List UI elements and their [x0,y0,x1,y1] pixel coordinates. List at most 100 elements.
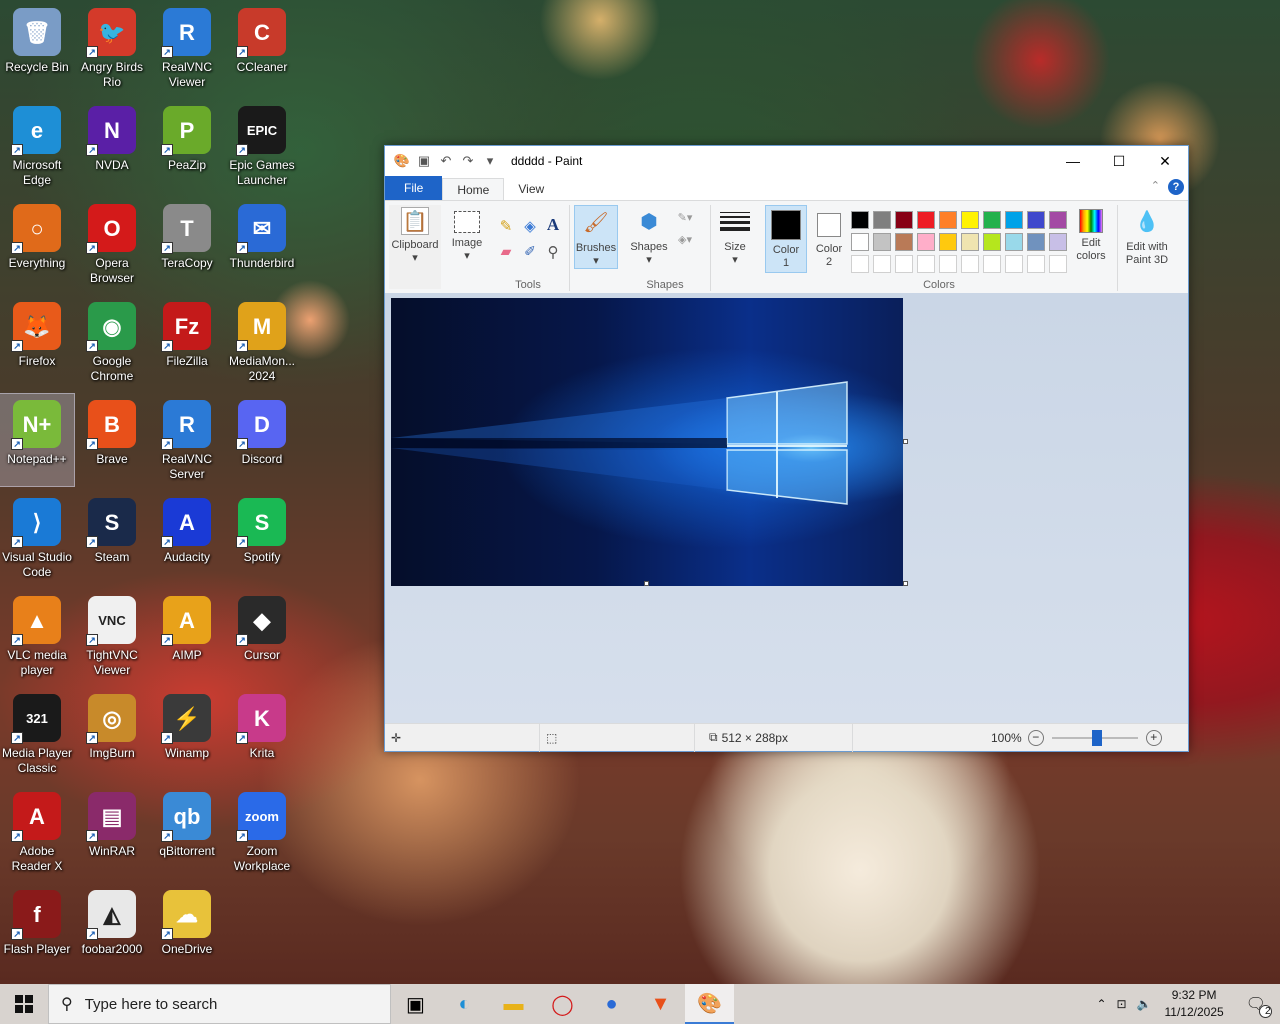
desktop-icon[interactable]: P ↗ PeaZip [150,100,224,192]
tab-home[interactable]: Home [442,178,505,200]
network-icon[interactable]: ⊡ [1112,997,1132,1011]
desktop-icon[interactable]: ▤ ↗ WinRAR [75,786,149,878]
palette-swatch[interactable] [1049,211,1067,229]
paint-window[interactable]: 🎨 ▣ ↶ ↷ ▾ ddddd - Paint — ☐ ✕ File Home … [384,145,1189,752]
fill-button[interactable]: ◈▾ [673,233,697,246]
palette-swatch[interactable] [1005,233,1023,251]
size-button[interactable]: Size ▾ [715,205,755,269]
resize-handle-right[interactable] [903,439,908,444]
desktop-icon[interactable]: N ↗ NVDA [75,100,149,192]
palette-swatch[interactable] [917,255,935,273]
notification-icon[interactable]: 🗨 2 [1232,994,1280,1018]
start-button[interactable] [0,984,48,1024]
paint-taskbar-icon[interactable]: 🎨 [685,984,734,1024]
desktop-icon[interactable]: O ↗ Opera Browser [75,198,149,290]
file-explorer-icon[interactable]: ▬ [489,984,538,1024]
pencil-tool[interactable]: ✎ [495,217,517,235]
title-bar[interactable]: 🎨 ▣ ↶ ↷ ▾ ddddd - Paint — ☐ ✕ [385,146,1188,176]
palette-swatch[interactable] [961,233,979,251]
palette-swatch[interactable] [873,255,891,273]
palette-swatch[interactable] [1027,211,1045,229]
palette-swatch[interactable] [961,255,979,273]
palette-swatch[interactable] [873,211,891,229]
clock[interactable]: 9:32 PM 11/12/2025 [1157,987,1232,1021]
brave-taskbar-icon[interactable]: ▼ [636,984,685,1024]
desktop-icon[interactable]: f ↗ Flash Player [0,884,74,976]
desktop-icon[interactable]: EPIC ↗ Epic Games Launcher [225,100,299,192]
maximize-button[interactable]: ☐ [1096,146,1142,176]
palette-swatch[interactable] [939,211,957,229]
desktop-icon[interactable]: zoom ↗ Zoom Workplace [225,786,299,878]
desktop-icon[interactable]: ⟩ ↗ Visual Studio Code [0,492,74,584]
palette-swatch[interactable] [939,255,957,273]
palette-swatch[interactable] [1005,211,1023,229]
brushes-button[interactable]: 🖌 Brushes ▾ [574,205,618,269]
palette-swatch[interactable] [895,255,913,273]
volume-icon[interactable]: 🔈 [1132,997,1157,1011]
palette-swatch[interactable] [1005,255,1023,273]
tab-file[interactable]: File [385,176,443,200]
collapse-ribbon-icon[interactable]: ⌃ [1151,179,1160,192]
task-view-icon[interactable]: ▣ [391,984,440,1024]
desktop-icon[interactable]: ☁ ↗ OneDrive [150,884,224,976]
magnifier-tool[interactable]: ⚲ [542,243,564,261]
palette-swatch[interactable] [917,211,935,229]
desktop-icon[interactable]: B ↗ Brave [75,394,149,486]
minimize-button[interactable]: — [1050,146,1096,176]
desktop-icon[interactable]: 🦊 ↗ Firefox [0,296,74,388]
desktop-icon[interactable]: Fz ↗ FileZilla [150,296,224,388]
desktop-icon[interactable]: ◉ ↗ Google Chrome [75,296,149,388]
palette-swatch[interactable] [1049,255,1067,273]
edit-with-paint3d-button[interactable]: 💧 Edit with Paint 3D [1121,205,1173,273]
color1-button[interactable]: Color 1 [765,205,807,273]
desktop-icon[interactable]: A ↗ Audacity [150,492,224,584]
outline-button[interactable]: ✎▾ [673,211,697,224]
palette-swatch[interactable] [895,211,913,229]
image-button[interactable]: Image ▾ [445,205,489,275]
tab-view[interactable]: View [504,178,558,200]
desktop-icon[interactable]: ○ ↗ Everything [0,198,74,290]
color-picker-tool[interactable]: ✐ [519,243,541,260]
desktop-icon[interactable]: R ↗ RealVNC Server [150,394,224,486]
palette-swatch[interactable] [851,233,869,251]
thunderbird-taskbar-icon[interactable]: ● [587,984,636,1024]
desktop-icon[interactable]: S ↗ Steam [75,492,149,584]
desktop-icon[interactable]: qb ↗ qBittorrent [150,786,224,878]
desktop-icon[interactable]: ⚡ ↗ Winamp [150,688,224,780]
palette-swatch[interactable] [851,211,869,229]
desktop-icon[interactable]: 🗑 Recycle Bin [0,2,74,94]
fill-tool[interactable]: ◈ [519,217,541,235]
zoom-slider[interactable] [1051,729,1138,746]
desktop-icon[interactable]: C ↗ CCleaner [225,2,299,94]
help-icon[interactable]: ? [1168,179,1184,195]
edit-colors-button[interactable]: Edit colors [1069,205,1113,273]
canvas-image[interactable] [391,298,903,586]
zoom-in-button[interactable]: + [1145,729,1162,746]
color2-button[interactable]: Color 2 [809,205,849,273]
desktop-icon[interactable]: ◎ ↗ ImgBurn [75,688,149,780]
zoom-out-button[interactable]: − [1027,729,1044,746]
canvas-area[interactable] [385,293,1188,724]
desktop-icon[interactable]: S ↗ Spotify [225,492,299,584]
desktop-icon[interactable]: 🐦 ↗ Angry Birds Rio [75,2,149,94]
desktop-icon[interactable]: K ↗ Krita [225,688,299,780]
desktop-icon[interactable]: e ↗ Microsoft Edge [0,100,74,192]
resize-handle-corner[interactable] [903,581,908,586]
desktop-icon[interactable]: ◭ ↗ foobar2000 [75,884,149,976]
palette-swatch[interactable] [983,255,1001,273]
desktop-icon[interactable]: M ↗ MediaMon... 2024 [225,296,299,388]
palette-swatch[interactable] [939,233,957,251]
close-button[interactable]: ✕ [1142,146,1188,176]
desktop-icon[interactable]: ▲ ↗ VLC media player [0,590,74,682]
customize-toolbar-icon[interactable]: ▾ [481,153,499,169]
palette-swatch[interactable] [1049,233,1067,251]
clipboard-button[interactable]: 📋 Clipboard ▾ [389,205,441,289]
desktop-icon[interactable]: A ↗ AIMP [150,590,224,682]
desktop-icon[interactable]: ◆ ↗ Cursor [225,590,299,682]
redo-icon[interactable]: ↷ [459,153,477,169]
save-icon[interactable]: ▣ [415,153,433,169]
palette-swatch[interactable] [873,233,891,251]
desktop-icon[interactable]: D ↗ Discord [225,394,299,486]
palette-swatch[interactable] [983,233,1001,251]
palette-swatch[interactable] [851,255,869,273]
